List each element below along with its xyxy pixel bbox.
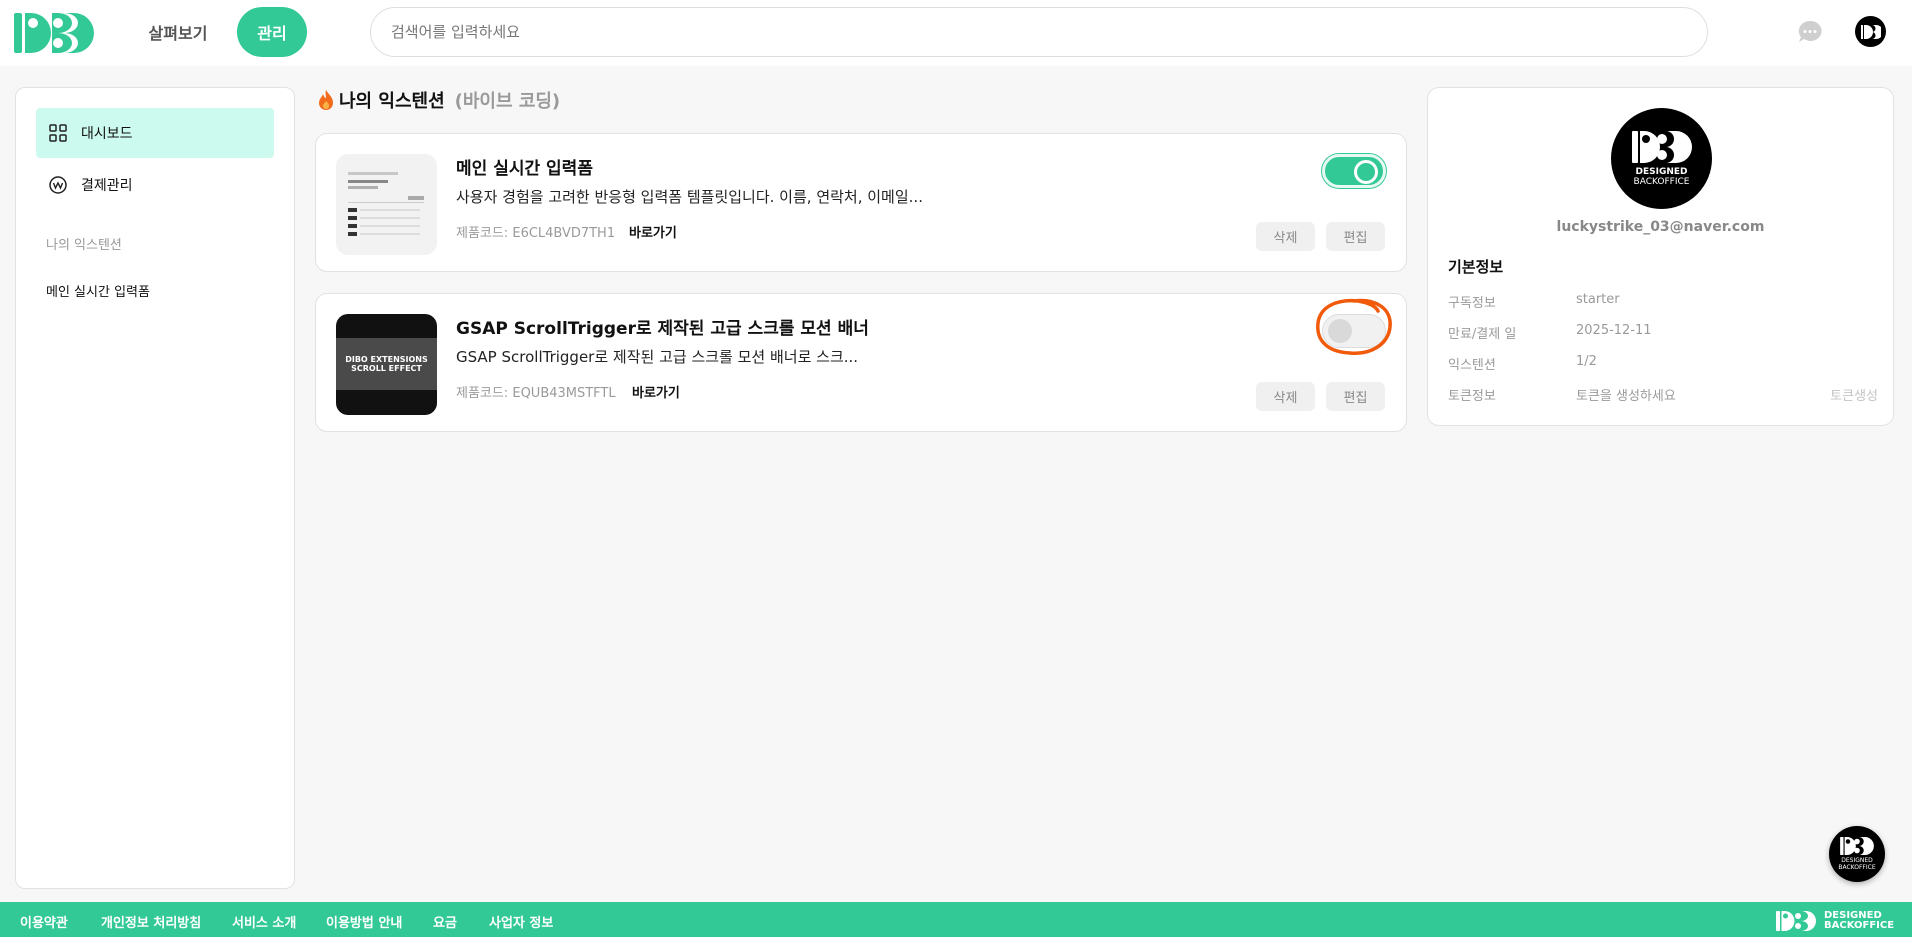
logo-text: DESIGNED xyxy=(1635,166,1688,177)
goto-link[interactable]: 바로가기 xyxy=(629,222,677,241)
sidebar-item-payment[interactable]: 결제관리 xyxy=(36,160,274,210)
sidebar-item-label: 결제관리 xyxy=(81,178,133,194)
logo-text: DESIGNED xyxy=(1841,857,1873,864)
profile-email: luckystrike_03@naver.com xyxy=(1556,219,1765,235)
extension-card: 메인 실시간 입력폼 사용자 경험을 고려한 반응형 입력폼 템플릿입니다. 이… xyxy=(315,133,1407,272)
profile-logo: DESIGNED BACKOFFICE xyxy=(1611,108,1712,209)
extension-code: 제품코드: EQUB43MSTFTL xyxy=(456,386,616,401)
footer-brand-line: BACKOFFICE xyxy=(1824,920,1895,931)
grid-icon xyxy=(49,124,67,142)
extension-description: 사용자 경험을 고려한 반응형 입력폼 템플릿입니다. 이름, 연락처, 이메일… xyxy=(456,188,923,206)
search-input[interactable] xyxy=(370,7,1708,57)
chat-icon[interactable] xyxy=(1798,20,1822,44)
extension-code: 제품코드: E6CL4BVD7TH1 xyxy=(456,226,616,241)
extension-title: GSAP ScrollTrigger로 제작된 고급 스크롤 모션 배너 xyxy=(456,319,869,339)
footer-link-business[interactable]: 사업자 정보 xyxy=(489,912,553,931)
footer-link-privacy[interactable]: 개인정보 처리방침 xyxy=(101,912,201,931)
page-subtitle: (바이브 코딩) xyxy=(454,91,561,112)
db-logo-icon xyxy=(1840,837,1874,855)
sidebar-item-extension[interactable]: 메인 실시간 입력폼 xyxy=(46,281,150,300)
extension-card: DIBO EXTENSIONS SCROLL EFFECT GSAP Scrol… xyxy=(315,293,1407,432)
form-preview-icon xyxy=(348,172,424,236)
create-token-button[interactable]: 토큰생성 xyxy=(1830,385,1878,404)
toggle-knob xyxy=(1354,160,1378,184)
footer: 이용약관 개인정보 처리방침 서비스 소개 이용방법 안내 요금 사업자 정보 … xyxy=(0,902,1912,937)
extension-thumbnail: DIBO EXTENSIONS SCROLL EFFECT xyxy=(336,314,437,415)
user-avatar[interactable] xyxy=(1855,16,1886,47)
thumbnail-banner: DIBO EXTENSIONS SCROLL EFFECT xyxy=(336,338,437,390)
page-title: 나의 익스텐션 (바이브 코딩) xyxy=(317,87,560,113)
page-title-text: 나의 익스텐션 xyxy=(339,91,445,112)
extension-thumbnail xyxy=(336,154,437,255)
goto-link[interactable]: 바로가기 xyxy=(632,382,680,401)
profile-section-title: 기본정보 xyxy=(1448,258,1504,276)
top-header: 살펴보기 관리 xyxy=(0,0,1912,66)
db-logo-icon xyxy=(1631,130,1692,163)
info-row-token: 토큰정보 토큰을 생성하세요 토큰생성 xyxy=(1448,385,1878,405)
sidebar: 대시보드 결제관리 나의 익스텐션 메인 실시간 입력폼 xyxy=(15,87,295,889)
info-row-expiry: 만료/결제 일 2025-12-11 xyxy=(1448,323,1878,343)
footer-brand: DESIGNED BACKOFFICE xyxy=(1775,911,1894,931)
delete-button[interactable]: 삭제 xyxy=(1256,382,1315,411)
info-value: 2025-12-11 xyxy=(1576,323,1652,338)
toggle-knob xyxy=(1328,319,1352,343)
edit-button[interactable]: 편집 xyxy=(1326,222,1385,251)
extension-toggle[interactable] xyxy=(1322,154,1386,188)
avatar-logo-icon xyxy=(1860,24,1881,39)
sidebar-item-label: 대시보드 xyxy=(81,126,133,142)
sidebar-item-dashboard[interactable]: 대시보드 xyxy=(36,108,274,158)
info-value: 1/2 xyxy=(1576,354,1597,369)
nav-manage[interactable]: 관리 xyxy=(237,7,307,57)
footer-link-about[interactable]: 서비스 소개 xyxy=(232,912,296,931)
edit-button[interactable]: 편집 xyxy=(1326,382,1385,411)
payment-icon xyxy=(49,176,67,194)
delete-button[interactable]: 삭제 xyxy=(1256,222,1315,251)
info-key: 토큰정보 xyxy=(1448,389,1496,404)
thumbnail-text: DIBO EXTENSIONS xyxy=(345,355,428,364)
info-value: 토큰을 생성하세요 xyxy=(1576,389,1676,404)
info-row-extensions: 익스텐션 1/2 xyxy=(1448,354,1878,374)
db-logo-icon xyxy=(1776,911,1816,931)
footer-link-guide[interactable]: 이용방법 안내 xyxy=(326,912,402,931)
extension-title: 메인 실시간 입력폼 xyxy=(456,159,593,179)
info-value: starter xyxy=(1576,292,1620,307)
logo-text: BACKOFFICE xyxy=(1838,864,1876,871)
db-logo[interactable] xyxy=(14,13,98,53)
sidebar-section-label: 나의 익스텐션 xyxy=(46,238,122,253)
floating-help-button[interactable]: DESIGNED BACKOFFICE xyxy=(1829,826,1885,882)
info-row-subscription: 구독정보 starter xyxy=(1448,292,1878,312)
info-key: 만료/결제 일 xyxy=(1448,327,1517,342)
extension-description: GSAP ScrollTrigger로 제작된 고급 스크롤 모션 배너로 스크… xyxy=(456,348,859,366)
extension-toggle[interactable] xyxy=(1322,314,1386,348)
footer-link-pricing[interactable]: 요금 xyxy=(433,912,457,931)
logo-text: BACKOFFICE xyxy=(1633,176,1690,187)
info-key: 구독정보 xyxy=(1448,296,1496,311)
nav-browse[interactable]: 살펴보기 xyxy=(132,7,224,57)
thumbnail-text: SCROLL EFFECT xyxy=(351,364,422,373)
profile-panel: DESIGNED BACKOFFICE luckystrike_03@naver… xyxy=(1427,87,1894,426)
footer-brand-text: DESIGNED BACKOFFICE xyxy=(1819,911,1894,931)
flame-icon xyxy=(319,90,333,110)
footer-link-terms[interactable]: 이용약관 xyxy=(20,912,68,931)
info-key: 익스텐션 xyxy=(1448,358,1496,373)
